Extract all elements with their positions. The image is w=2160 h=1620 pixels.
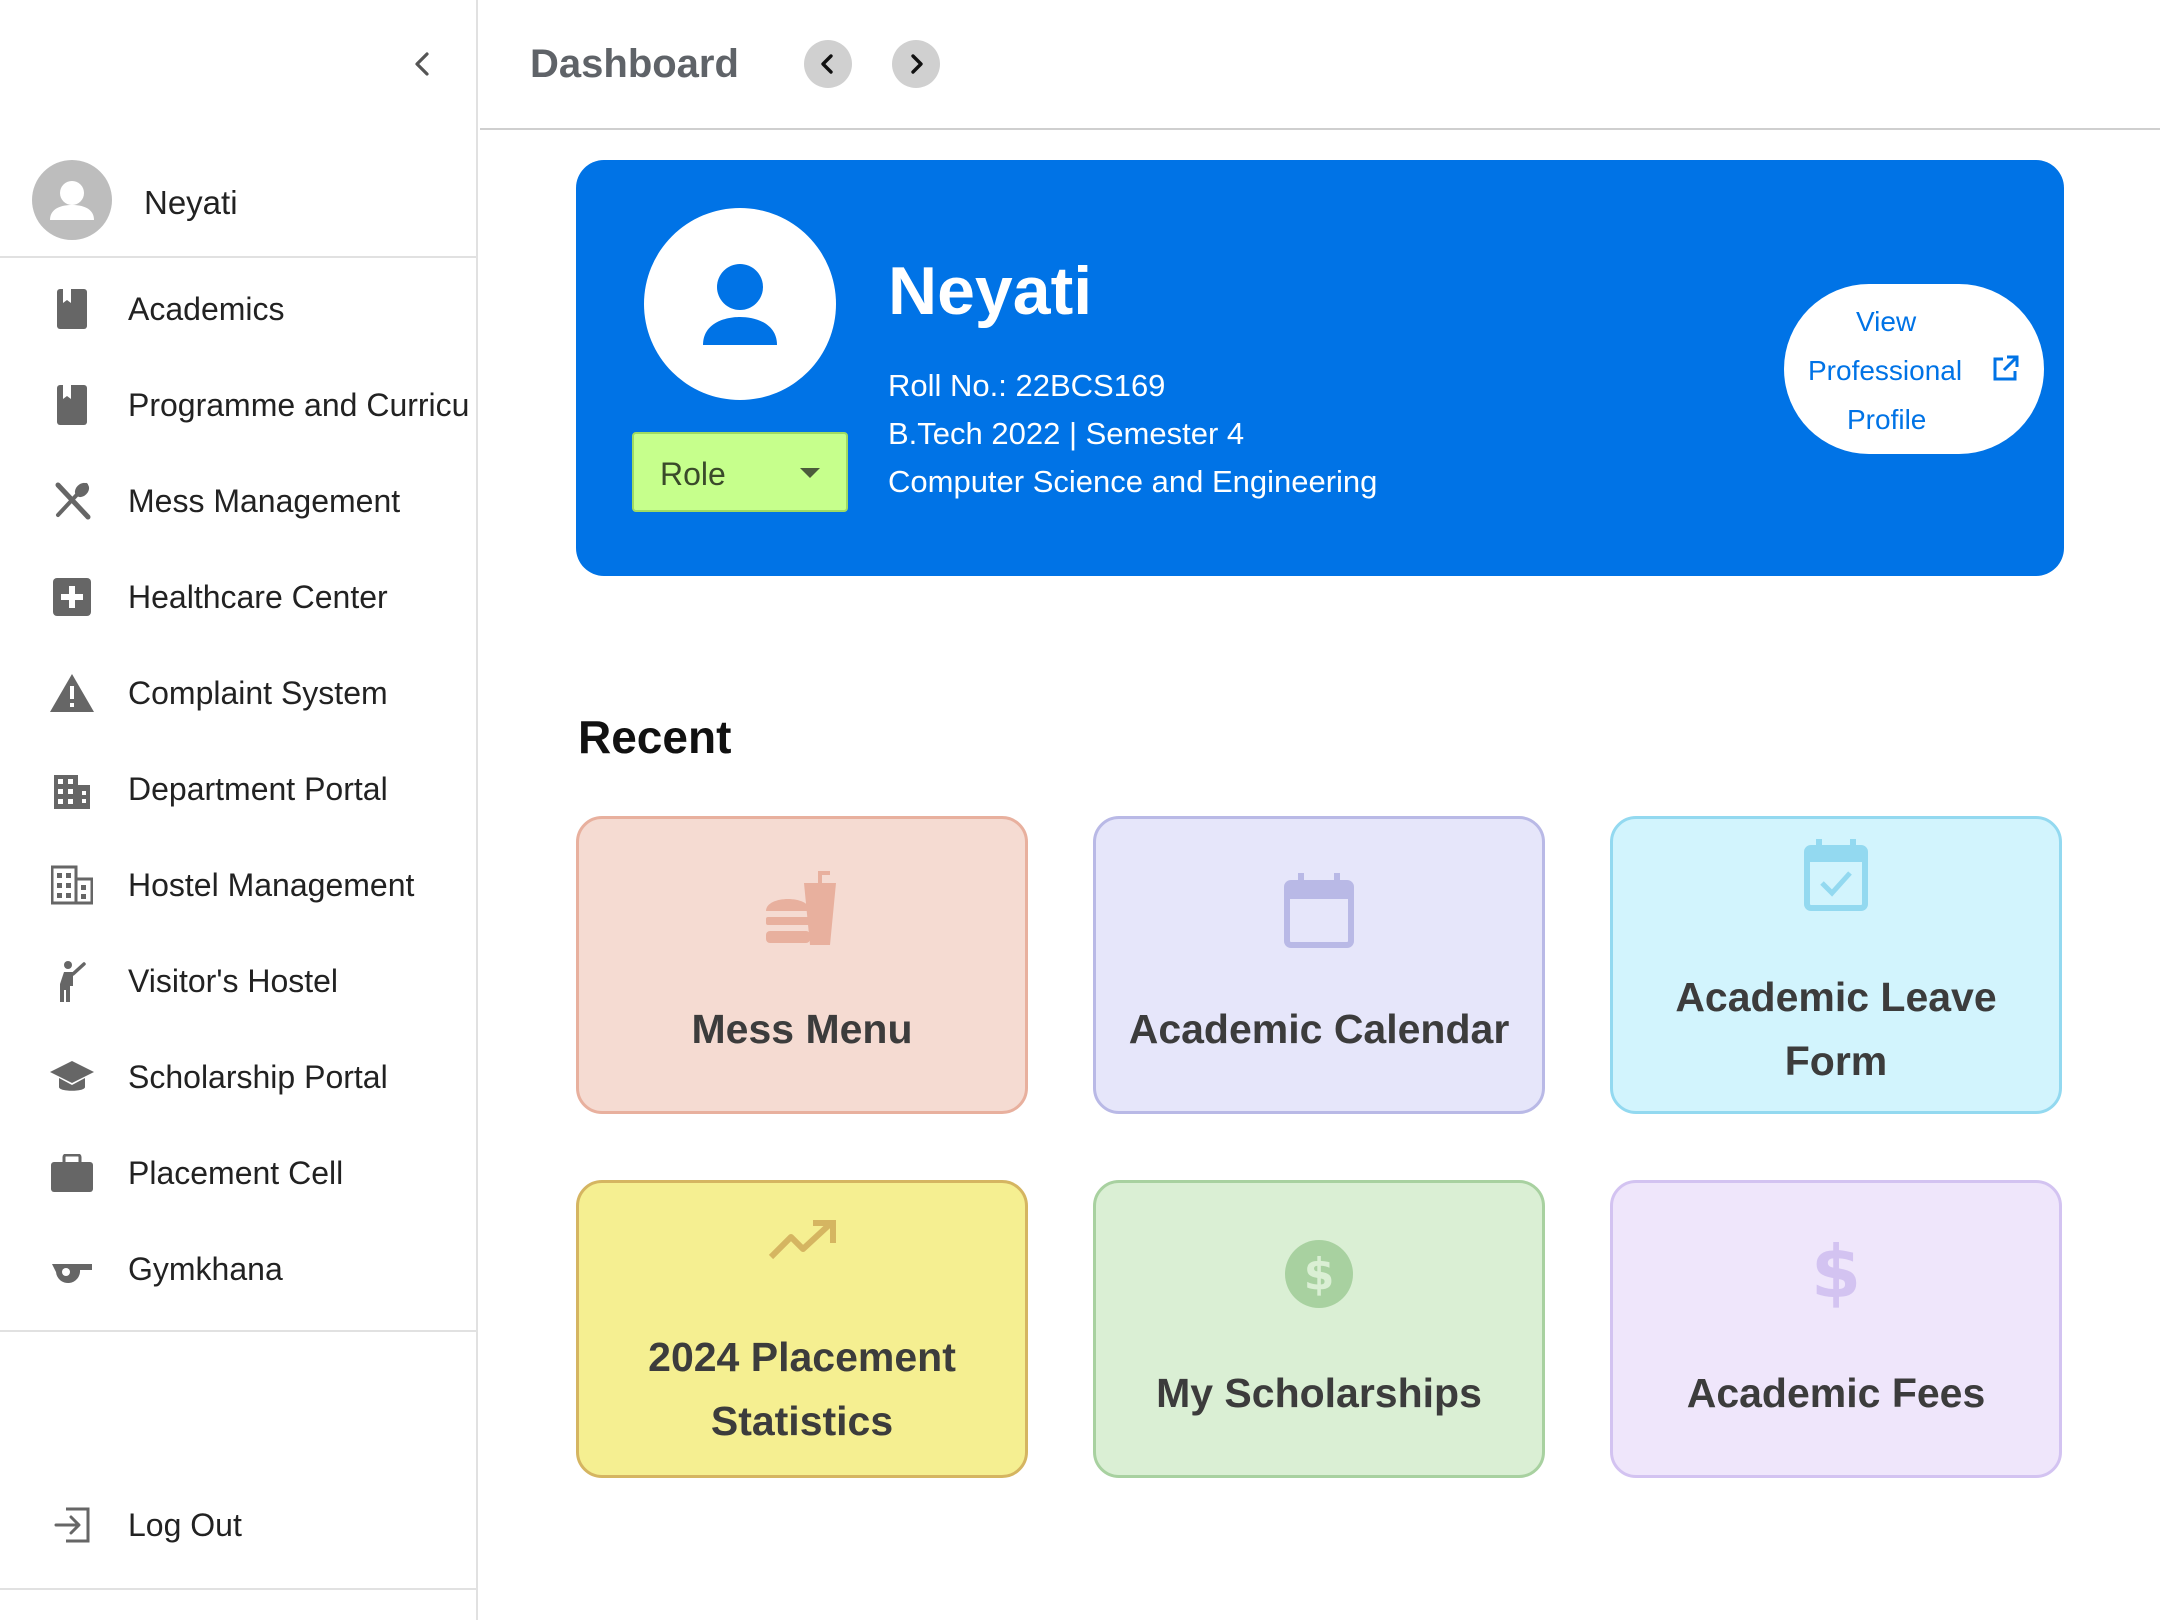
recent-section-title: Recent [578,711,732,763]
profile-avatar [644,208,836,400]
role-dropdown-label: Role [660,456,726,492]
sidebar-divider [0,1588,476,1590]
whistle-icon [48,1246,96,1292]
sidebar-item-label: Complaint System [128,675,388,711]
dollar-circle-icon: $ [1096,1239,1542,1309]
caret-down-icon [800,468,820,478]
building-icon [48,766,96,812]
sidebar-item-gymkhana[interactable]: Gymkhana [0,1220,476,1316]
sidebar-item-hostel-management[interactable]: Hostel Management [0,836,476,932]
recent-tile-my-scholarships[interactable]: $ My Scholarships [1093,1180,1545,1478]
sidebar-item-scholarship-portal[interactable]: Scholarship Portal [0,1028,476,1124]
dollar-icon: $ [1613,1235,2059,1311]
sidebar: Neyati Academics Programme and Curricu M… [0,0,478,1620]
sidebar-item-label: Gymkhana [128,1251,283,1287]
view-profile-line-3: Profile [1847,404,1927,435]
profile-programme: B.Tech 2022 | Semester 4 [888,416,1245,451]
sidebar-item-mess-management[interactable]: Mess Management [0,452,476,548]
chevron-left-icon [821,54,833,74]
profile-department: Computer Science and Engineering [888,464,1378,499]
profile-roll-number: Roll No.: 22BCS169 [888,368,1166,403]
chevron-left-icon [415,52,429,76]
tile-label: Mess Menu [691,1006,913,1052]
sidebar-item-label: Programme and Curricu [128,387,470,423]
recent-tile-academic-fees[interactable]: $ Academic Fees [1610,1180,2062,1478]
sidebar-item-programme-curriculum[interactable]: Programme and Curricu [0,356,476,452]
logout-icon [48,1502,96,1548]
app-root: Neyati Academics Programme and Curricu M… [0,0,2160,1620]
sidebar-item-label: Healthcare Center [128,579,388,615]
sidebar-user[interactable]: Neyati [0,150,476,258]
view-profile-line-1: View [1856,306,1917,337]
chevron-right-icon [911,54,923,74]
recent-tile-placement-statistics[interactable]: 2024 Placement Statistics [576,1180,1028,1478]
logout-button[interactable]: Log Out [0,1476,476,1572]
recent-tile-academic-leave-form[interactable]: Academic Leave Form [1610,816,2062,1114]
page-title: Dashboard [530,42,739,86]
svg-text:$: $ [1304,1249,1335,1300]
sidebar-item-label: Scholarship Portal [128,1059,388,1095]
sidebar-collapse-button[interactable] [404,44,440,84]
profile-card: Role Neyati Roll No.: 22BCS169 B.Tech 20… [576,160,2064,576]
back-button[interactable] [804,40,852,88]
role-dropdown[interactable]: Role [632,432,848,512]
sidebar-divider [0,1330,476,1332]
profile-name: Neyati [888,253,1093,329]
person-waving-icon [48,958,96,1004]
tile-label: 2024 Placement Statistics [648,1334,956,1444]
top-bar: Dashboard [480,0,2160,130]
user-icon [50,181,94,220]
recent-tile-mess-menu[interactable]: Mess Menu [576,816,1028,1114]
tile-label: My Scholarships [1156,1370,1482,1416]
recent-tile-academic-calendar[interactable]: Academic Calendar [1093,816,1545,1114]
sidebar-item-academics[interactable]: Academics [0,260,476,356]
view-profile-line-2: Professional [1808,355,1963,386]
svg-text:$: $ [1811,1235,1861,1311]
graduation-cap-icon [48,1054,96,1100]
sidebar-item-label: Department Portal [128,771,388,807]
sidebar-item-healthcare-center[interactable]: Healthcare Center [0,548,476,644]
view-professional-profile-button[interactable]: View Professional Profile [1784,284,2044,454]
tile-label: Academic Fees [1686,1370,1986,1416]
burger-soda-icon [579,871,1025,947]
book-icon [48,382,96,428]
user-icon [703,264,777,345]
calendar-icon [1096,873,1542,949]
logout-label: Log Out [128,1507,242,1543]
sidebar-item-complaint-system[interactable]: Complaint System [0,644,476,740]
sidebar-item-label: Mess Management [128,483,401,519]
tile-label: Academic Calendar [1128,1006,1510,1052]
briefcase-icon [48,1150,96,1196]
medical-plus-icon [48,574,96,620]
utensils-icon [48,478,96,524]
sidebar-user-name: Neyati [144,184,238,221]
tile-label: Academic Leave Form [1675,974,1997,1084]
sidebar-item-visitors-hostel[interactable]: Visitor's Hostel [0,932,476,1028]
book-icon [48,286,96,332]
avatar [32,160,112,240]
forward-button[interactable] [892,40,940,88]
sidebar-item-placement-cell[interactable]: Placement Cell [0,1124,476,1220]
sidebar-item-label: Placement Cell [128,1155,344,1191]
sidebar-item-department-portal[interactable]: Department Portal [0,740,476,836]
trending-up-icon [579,1219,1025,1263]
external-link-icon [1990,354,2020,389]
warning-icon [48,670,96,716]
calendar-check-icon [1613,839,2059,911]
sidebar-item-label: Academics [128,291,285,327]
sidebar-item-label: Visitor's Hostel [128,963,339,999]
hostel-icon [48,862,96,908]
sidebar-item-label: Hostel Management [128,867,415,903]
